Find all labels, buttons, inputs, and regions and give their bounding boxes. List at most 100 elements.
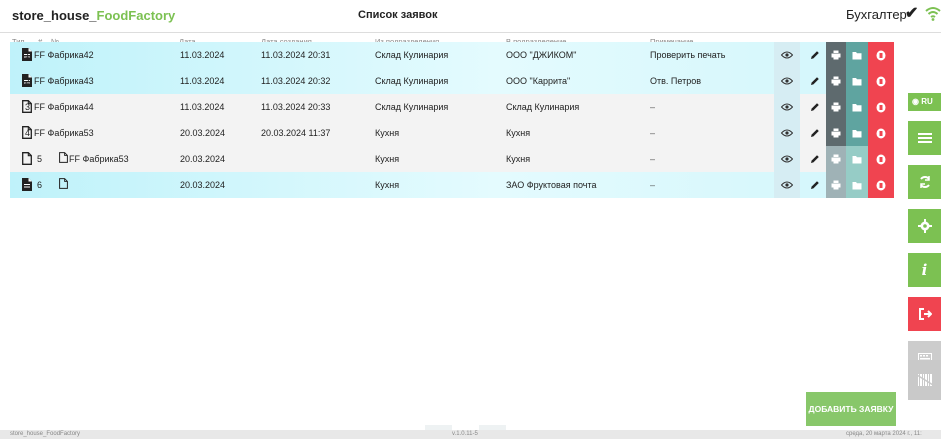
table-row[interactable]: 5 FF Фабрика53 20.03.2024 Кухня Кухня – <box>10 146 894 172</box>
cell-number: FF Фабрика53 <box>34 128 94 138</box>
page-title: Список заявок <box>358 9 438 21</box>
print-button[interactable] <box>826 94 846 120</box>
cell-to-dept: Кухня <box>506 128 531 138</box>
edit-button[interactable] <box>804 172 826 198</box>
folder-button[interactable] <box>846 120 868 146</box>
table-row[interactable]: 6 20.03.2024 Кухня ЗАО Фруктовая почта – <box>10 172 894 198</box>
logout-button[interactable] <box>908 297 941 331</box>
folder-icon <box>852 155 862 163</box>
folder-icon <box>852 181 862 189</box>
cell-to-dept: ООО "Каррита" <box>506 76 571 86</box>
cell-note: – <box>650 154 656 164</box>
row-actions <box>774 68 894 94</box>
delete-button[interactable] <box>868 120 894 146</box>
footer-date: среда, 20 марта 2024 г., 11: <box>846 431 922 437</box>
menu-button[interactable] <box>908 121 941 155</box>
barcode-button[interactable] <box>908 360 941 400</box>
cell-number: FF Фабрика42 <box>34 50 94 60</box>
folder-button[interactable] <box>846 68 868 94</box>
file-icon <box>59 152 68 163</box>
language-button[interactable]: ◉ RU <box>908 93 941 111</box>
view-button[interactable] <box>774 172 800 198</box>
cell-note: Проверить печать <box>650 50 726 60</box>
info-icon: i <box>921 261 928 279</box>
status-bar: store_house_FoodFactory v.1.0.11-5 среда… <box>0 430 941 439</box>
gear-icon <box>917 219 932 233</box>
delete-button[interactable] <box>868 68 894 94</box>
view-button[interactable] <box>774 42 800 68</box>
print-button[interactable] <box>826 42 846 68</box>
info-button[interactable]: i <box>908 253 941 287</box>
eye-icon <box>781 129 793 137</box>
print-button[interactable] <box>826 68 846 94</box>
folder-button[interactable] <box>846 42 868 68</box>
trash-icon <box>876 50 886 60</box>
refresh-button[interactable] <box>908 165 941 199</box>
delete-button[interactable] <box>868 172 894 198</box>
app-root: store_house_FoodFactory Список заявок Бу… <box>0 0 941 439</box>
cell-date: 20.03.2024 <box>180 128 226 138</box>
table-row[interactable]: 4 FF Фабрика53 20.03.2024 20.03.2024 11:37 К… <box>10 120 894 146</box>
user-role[interactable]: Бухгалтер <box>846 7 907 22</box>
cell-date: 20.03.2024 <box>180 180 226 190</box>
row-actions <box>774 146 894 172</box>
cell-created: 11.03.2024 20:33 <box>261 102 331 112</box>
pencil-icon <box>811 51 819 59</box>
trash-icon <box>876 154 886 164</box>
folder-icon <box>852 77 862 85</box>
check-icon: ✔ <box>905 5 919 22</box>
folder-icon <box>852 129 862 137</box>
printer-icon <box>831 50 841 60</box>
view-button[interactable] <box>774 146 800 172</box>
view-button[interactable] <box>774 94 800 120</box>
row-actions <box>774 120 894 146</box>
footer-version: v.1.0.11-5 <box>452 431 478 437</box>
cell-date: 11.03.2024 <box>180 102 225 112</box>
edit-button[interactable] <box>804 120 826 146</box>
delete-button[interactable] <box>868 94 894 120</box>
cell-index: 5 <box>37 154 43 164</box>
cell-from-dept: Склад Кулинария <box>375 102 449 112</box>
cell-from-dept: Кухня <box>375 180 400 190</box>
cell-index: 4 <box>25 128 31 138</box>
edit-button[interactable] <box>804 94 826 120</box>
eye-icon <box>781 155 793 163</box>
printer-icon <box>831 180 841 190</box>
table-row[interactable]: 3 FF Фабрика44 11.03.2024 11.03.2024 20:33 С… <box>10 94 894 120</box>
app-title-prefix: store_house_ <box>12 8 97 23</box>
footer-app-name: store_house_FoodFactory <box>10 431 81 437</box>
printer-icon <box>831 76 841 86</box>
eye-icon <box>781 51 793 59</box>
folder-icon <box>852 103 862 111</box>
table-row[interactable]: 2 FF Фабрика43 11.03.2024 11.03.2024 20:32 С… <box>10 68 894 94</box>
folder-button[interactable] <box>846 172 868 198</box>
cell-note: Отв. Петров <box>650 76 701 86</box>
edit-button[interactable] <box>804 146 826 172</box>
print-button[interactable] <box>826 172 846 198</box>
delete-button[interactable] <box>868 146 894 172</box>
print-button[interactable] <box>826 120 846 146</box>
cell-date: 11.03.2024 <box>180 76 225 86</box>
cell-number: FF Фабрика44 <box>34 102 94 112</box>
settings-button[interactable] <box>908 209 941 243</box>
delete-button[interactable] <box>868 42 894 68</box>
trash-icon <box>876 102 886 112</box>
view-button[interactable] <box>774 120 800 146</box>
add-request-button[interactable]: ДОБАВИТЬ ЗАЯВКУ <box>806 392 896 426</box>
printer-icon <box>831 102 841 112</box>
cell-number: FF Фабрика53 <box>69 154 129 164</box>
cell-from-dept: Склад Кулинария <box>375 76 449 86</box>
edit-button[interactable] <box>804 68 826 94</box>
folder-icon <box>852 51 862 59</box>
print-button[interactable] <box>826 146 846 172</box>
cell-index: 2 <box>25 76 31 86</box>
cell-from-dept: Кухня <box>375 128 400 138</box>
row-actions <box>774 94 894 120</box>
view-button[interactable] <box>774 68 800 94</box>
table-row[interactable]: 1 FF Фабрика42 11.03.2024 11.03.2024 20:31 С… <box>10 42 894 68</box>
edit-button[interactable] <box>804 42 826 68</box>
folder-button[interactable] <box>846 146 868 172</box>
pencil-icon <box>811 77 819 85</box>
folder-button[interactable] <box>846 94 868 120</box>
document-filled-icon <box>22 178 32 191</box>
